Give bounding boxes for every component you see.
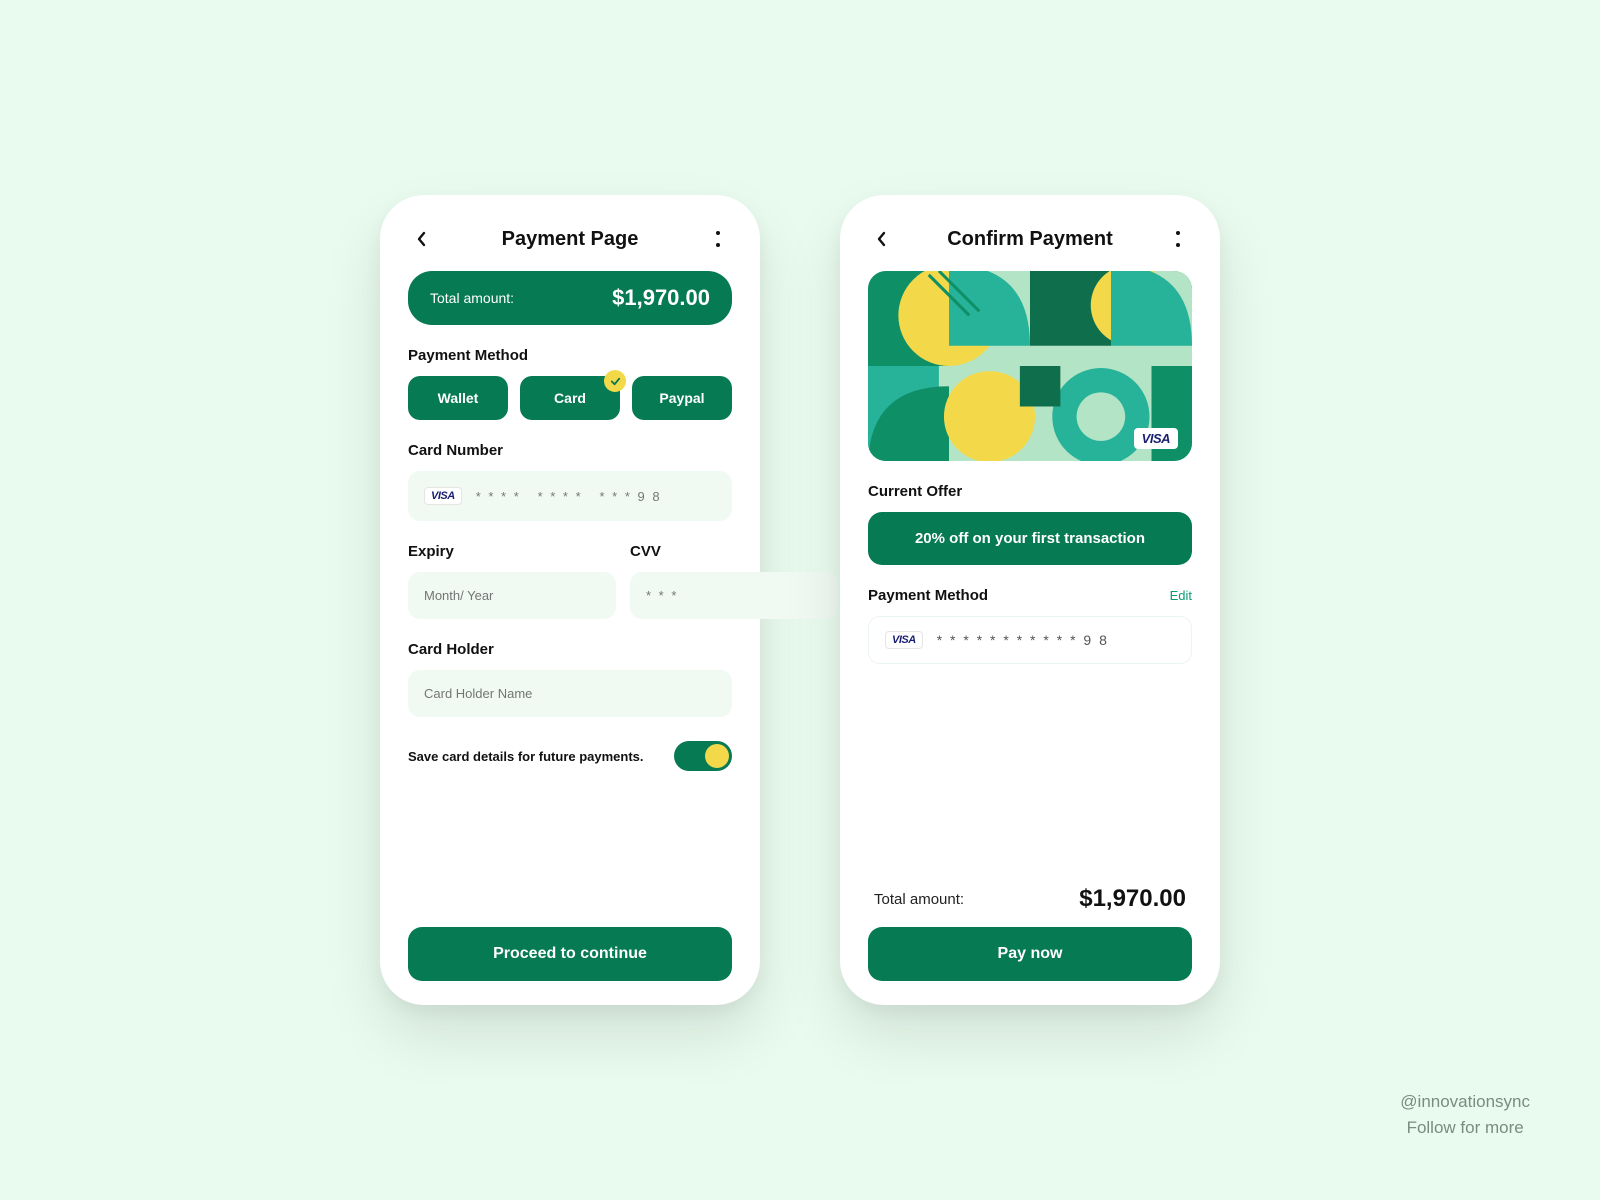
current-offer-label: Current Offer [868, 483, 1192, 500]
attribution: @innovationsync Follow for more [1400, 1089, 1530, 1140]
visa-icon: VISA [885, 631, 923, 649]
method-paypal-button[interactable]: Paypal [632, 376, 732, 420]
card-number-input[interactable] [476, 489, 716, 504]
topbar: Confirm Payment [868, 225, 1192, 253]
more-button[interactable] [1164, 225, 1192, 253]
payment-method-row: Wallet Card Paypal [408, 376, 732, 420]
topbar: Payment Page [408, 225, 732, 253]
card-holder-input[interactable] [424, 686, 716, 701]
expiry-label: Expiry [408, 543, 616, 560]
expiry-input[interactable] [424, 588, 600, 603]
total-amount-value: $1,970.00 [612, 285, 710, 311]
attribution-handle: @innovationsync [1400, 1089, 1530, 1115]
check-icon [610, 376, 621, 387]
edit-link[interactable]: Edit [1170, 588, 1192, 603]
save-card-label: Save card details for future payments. [408, 749, 644, 764]
card-number-field[interactable]: VISA [408, 471, 732, 521]
payment-method-label: Payment Method [868, 587, 988, 604]
method-card-label: Card [554, 390, 586, 406]
expiry-field[interactable] [408, 572, 616, 619]
card-number-label: Card Number [408, 442, 732, 459]
card-holder-field[interactable] [408, 670, 732, 717]
more-vertical-icon [1176, 231, 1180, 247]
attribution-tagline: Follow for more [1400, 1115, 1530, 1141]
method-wallet-button[interactable]: Wallet [408, 376, 508, 420]
phone-payment-page: Payment Page Total amount: $1,970.00 Pay… [380, 195, 760, 1005]
method-card-button[interactable]: Card [520, 376, 620, 420]
proceed-button[interactable]: Proceed to continue [408, 927, 732, 981]
visa-icon: VISA [1134, 428, 1178, 449]
page-title: Confirm Payment [947, 228, 1113, 251]
save-card-toggle[interactable] [674, 741, 732, 771]
selected-badge [604, 370, 626, 392]
total-row: Total amount: $1,970.00 [868, 881, 1192, 927]
total-amount-pill: Total amount: $1,970.00 [408, 271, 732, 325]
more-vertical-icon [716, 231, 720, 247]
more-button[interactable] [704, 225, 732, 253]
offer-banner[interactable]: 20% off on your first transaction [868, 512, 1192, 565]
chevron-left-icon [416, 231, 428, 247]
total-value: $1,970.00 [1079, 885, 1186, 913]
cvv-label: CVV [630, 543, 838, 560]
phone-confirm-payment: Confirm Payment VISA Current Offer [840, 195, 1220, 1005]
card-holder-label: Card Holder [408, 641, 732, 658]
toggle-knob [705, 744, 729, 768]
payment-method-header: Payment Method Edit [868, 587, 1192, 604]
credit-card-art: VISA [868, 271, 1192, 461]
total-label: Total amount: [874, 891, 964, 908]
card-number-masked: * * * * * * * * * * * 9 8 [937, 632, 1109, 648]
back-button[interactable] [408, 225, 436, 253]
total-amount-label: Total amount: [430, 290, 514, 306]
cvv-input[interactable] [646, 588, 822, 603]
selected-card-display: VISA * * * * * * * * * * * 9 8 [868, 616, 1192, 664]
pay-now-button[interactable]: Pay now [868, 927, 1192, 981]
back-button[interactable] [868, 225, 896, 253]
chevron-left-icon [876, 231, 888, 247]
visa-icon: VISA [424, 487, 462, 505]
cvv-field[interactable] [630, 572, 838, 619]
payment-method-label: Payment Method [408, 347, 732, 364]
save-card-row: Save card details for future payments. [408, 741, 732, 771]
page-title: Payment Page [502, 228, 639, 251]
